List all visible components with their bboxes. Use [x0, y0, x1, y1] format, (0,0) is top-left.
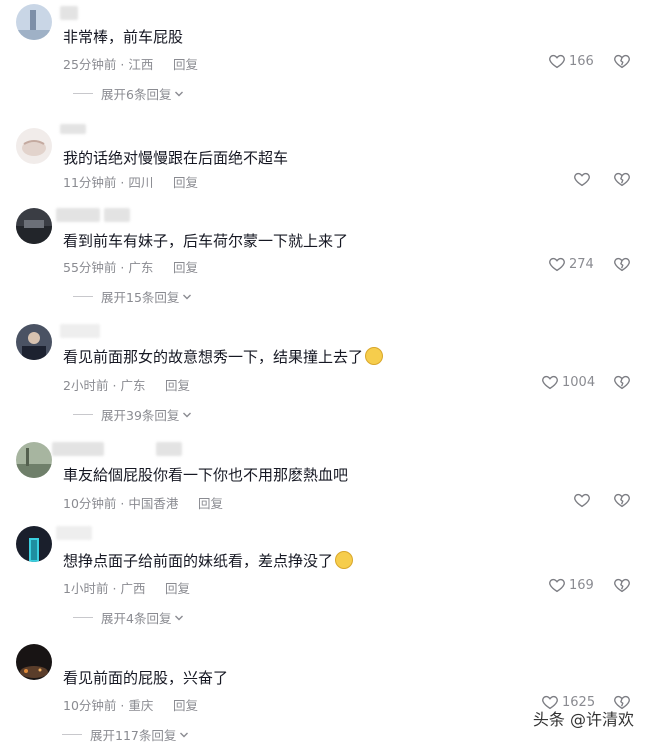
- comment-text: 看见前面那女的故意想秀一下，结果撞上去了: [63, 347, 384, 367]
- grin-emoji-icon: [365, 347, 384, 365]
- comment-meta: 55分钟前 · 广东: [63, 260, 154, 275]
- comment-time: 11分钟前: [63, 175, 117, 190]
- like-button[interactable]: 166: [548, 52, 594, 70]
- comment-text: 看到前车有妹子，后车荷尔蒙一下就上来了: [63, 232, 349, 250]
- like-count: 1004: [562, 374, 596, 390]
- broken-heart-icon[interactable]: [613, 576, 631, 594]
- divider-line: [73, 296, 93, 297]
- comment-meta: 2小时前 · 广东: [63, 378, 146, 393]
- like-button[interactable]: 274: [548, 255, 594, 273]
- heart-icon: [549, 578, 565, 593]
- comment-text: 車友給個屁股你看一下你也不用那麽熱血吧: [63, 466, 349, 484]
- like-count: 169: [569, 577, 594, 593]
- expand-replies-button[interactable]: 展开117条回复: [62, 725, 189, 744]
- username[interactable]: [60, 324, 100, 338]
- comment-meta: 11分钟前 · 四川: [63, 175, 154, 190]
- divider-line: [73, 93, 93, 94]
- reply-button[interactable]: 回复: [198, 493, 223, 512]
- heart-icon: [549, 257, 565, 272]
- comment-location: 广西: [120, 581, 146, 596]
- comment-meta: 1小时前 · 广西: [63, 581, 146, 596]
- username[interactable]: [56, 526, 92, 540]
- reply-button[interactable]: 回复: [173, 257, 198, 276]
- heart-icon: [574, 493, 590, 508]
- divider-line: [73, 414, 93, 415]
- like-button[interactable]: [573, 170, 594, 188]
- like-count: 166: [569, 53, 594, 69]
- comment-time: 10分钟前: [63, 698, 117, 713]
- comment-time: 10分钟前: [63, 496, 117, 511]
- like-button[interactable]: [573, 491, 594, 509]
- chevron-down-icon: [180, 732, 189, 737]
- avatar[interactable]: [16, 324, 52, 360]
- chevron-down-icon: [175, 615, 184, 620]
- expand-replies-button[interactable]: 展开15条回复: [73, 287, 192, 306]
- expand-replies-label: 展开4条回复: [101, 611, 172, 626]
- watermark: 头条 @许清欢: [532, 710, 634, 729]
- expand-replies-label: 展开6条回复: [101, 87, 172, 102]
- comment-location: 广东: [128, 260, 154, 275]
- like-button[interactable]: 169: [548, 576, 594, 594]
- expand-replies-label: 展开15条回复: [101, 290, 180, 305]
- smirk-emoji-icon: [335, 551, 354, 569]
- heart-icon: [542, 375, 558, 390]
- expand-replies-label: 展开39条回复: [101, 408, 180, 423]
- comment-location: 重庆: [128, 698, 154, 713]
- chevron-down-icon: [175, 91, 184, 96]
- broken-heart-icon[interactable]: [613, 170, 631, 188]
- avatar[interactable]: [16, 442, 52, 478]
- chevron-down-icon: [183, 294, 192, 299]
- broken-heart-icon[interactable]: [613, 491, 631, 509]
- username[interactable]: [52, 442, 104, 456]
- comment-time: 55分钟前: [63, 260, 117, 275]
- avatar[interactable]: [16, 4, 52, 40]
- comment-text-content: 看见前面那女的故意想秀一下，结果撞上去了: [63, 348, 364, 366]
- expand-replies-button[interactable]: 展开4条回复: [73, 608, 184, 627]
- expand-replies-button[interactable]: 展开39条回复: [73, 405, 192, 424]
- comment-time: 2小时前: [63, 378, 109, 393]
- comment-meta: 10分钟前 · 中国香港: [63, 496, 179, 511]
- comment-text: 我的话绝对慢慢跟在后面绝不超车: [63, 149, 289, 167]
- comment-time: 1小时前: [63, 581, 109, 596]
- heart-icon: [574, 172, 590, 187]
- reply-button[interactable]: 回复: [173, 54, 198, 73]
- comment-location: 四川: [128, 175, 154, 190]
- broken-heart-icon[interactable]: [613, 373, 631, 391]
- comment-time: 25分钟前: [63, 57, 117, 72]
- like-count: 274: [569, 256, 594, 272]
- expand-replies-label: 展开117条回复: [90, 728, 177, 743]
- username-tag: [104, 208, 130, 222]
- expand-replies-button[interactable]: 展开6条回复: [73, 84, 184, 103]
- divider-line: [62, 734, 82, 735]
- username[interactable]: [56, 208, 100, 222]
- heart-icon: [549, 54, 565, 69]
- comment-text: 想挣点面子给前面的妹纸看，差点挣没了: [63, 551, 354, 571]
- avatar[interactable]: [16, 644, 52, 680]
- divider-line: [73, 617, 93, 618]
- reply-button[interactable]: 回复: [173, 172, 198, 191]
- comment-meta: 10分钟前 · 重庆: [63, 698, 154, 713]
- reply-button[interactable]: 回复: [173, 695, 198, 714]
- like-button[interactable]: 1004: [541, 373, 595, 391]
- username[interactable]: [60, 124, 86, 134]
- chevron-down-icon: [183, 412, 192, 417]
- username-tag: [156, 442, 182, 456]
- comment-meta: 25分钟前 · 江西: [63, 57, 154, 72]
- comment-location: 江西: [128, 57, 154, 72]
- comment-text: 非常棒，前车屁股: [63, 28, 184, 46]
- broken-heart-icon[interactable]: [613, 255, 631, 273]
- broken-heart-icon[interactable]: [613, 52, 631, 70]
- reply-button[interactable]: 回复: [165, 375, 190, 394]
- avatar[interactable]: [16, 128, 52, 164]
- comment-location: 广东: [120, 378, 146, 393]
- username[interactable]: [60, 6, 78, 20]
- reply-button[interactable]: 回复: [165, 578, 190, 597]
- comment-text-content: 想挣点面子给前面的妹纸看，差点挣没了: [63, 552, 334, 570]
- comment-location: 中国香港: [128, 496, 179, 511]
- avatar[interactable]: [16, 208, 52, 244]
- avatar[interactable]: [16, 526, 52, 562]
- comment-text: 看见前面的屁股，兴奋了: [63, 669, 229, 687]
